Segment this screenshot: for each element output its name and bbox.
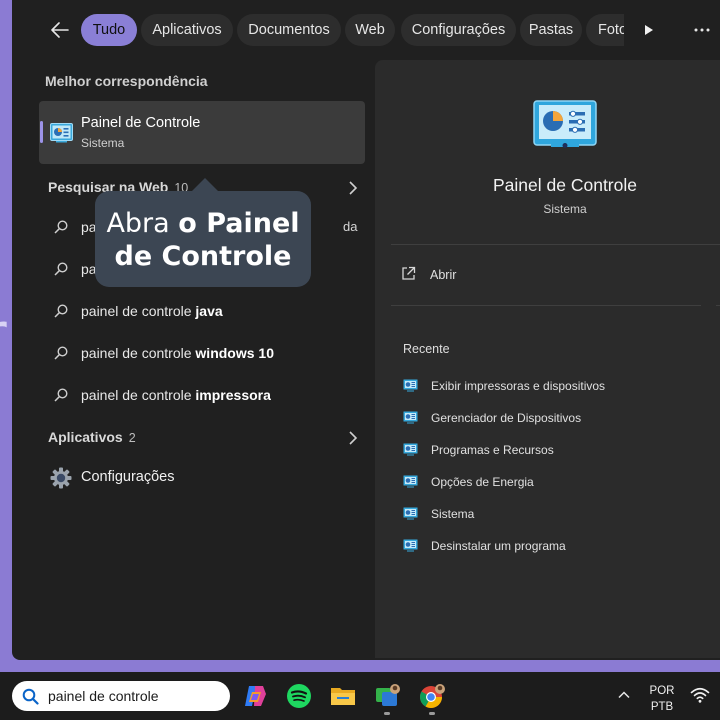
app-item-configuracoes[interactable]: Configurações (48, 466, 358, 490)
tutorial-callout: Abra o Painel de Controle (95, 191, 311, 287)
chevron-right-icon (349, 431, 358, 445)
app-item-label: Configurações (81, 469, 175, 485)
best-match-name: Painel de Controle (81, 115, 201, 131)
detail-title: Painel de Controle (493, 175, 637, 195)
recent-item[interactable]: Programas e Recursos (403, 442, 703, 460)
best-match-item[interactable]: Painel de Controle Sistema (39, 101, 365, 164)
best-match-type: Sistema (81, 136, 125, 150)
control-panel-icon (533, 100, 597, 148)
play-icon (645, 25, 653, 35)
selection-indicator (40, 121, 43, 143)
recent-item[interactable]: Exibir impressoras e dispositivos (403, 378, 703, 396)
web-result[interactable]: painel de controle impressora (48, 385, 358, 407)
start-search-panel: Tudo Aplicativos Documentos Web Configur… (12, 0, 720, 660)
recent-item-label: Gerenciador de Dispositivos (431, 411, 582, 425)
divider (391, 244, 720, 245)
input-language[interactable]: POR PTB (648, 683, 676, 715)
keyboard-layout: PTB (650, 701, 674, 713)
web-result-text: painel de controle windows 10 (81, 345, 274, 361)
taskbar-search-text: painel de controle (48, 688, 159, 704)
control-panel-icon (403, 507, 418, 520)
web-result-text: painel de controle java (81, 303, 223, 319)
control-panel-icon (50, 123, 73, 143)
recent-item-label: Exibir impressoras e dispositivos (431, 379, 606, 393)
search-icon (54, 262, 68, 276)
apps-heading[interactable]: Aplicativos 2 (48, 429, 360, 449)
filter-bar: Tudo Aplicativos Documentos Web Configur… (12, 0, 720, 60)
open-button[interactable]: Abrir (401, 266, 701, 286)
recent-item-label: Opções de Energia (431, 475, 534, 489)
scroll-filters-button[interactable] (639, 20, 659, 40)
apps-label: Aplicativos (48, 429, 123, 445)
divider (716, 305, 720, 306)
control-panel-icon (403, 443, 418, 456)
filter-chip-fotos[interactable]: Foto (586, 14, 624, 46)
recent-item-label: Sistema (431, 507, 475, 521)
web-result[interactable]: painel de controle java (48, 301, 358, 323)
desktop-background-glyph: r (0, 300, 7, 370)
callout-pointer (191, 178, 219, 192)
filter-chip-tudo[interactable]: Tudo (81, 14, 137, 46)
recent-item[interactable]: Sistema (403, 506, 703, 524)
chevron-up-icon[interactable] (617, 688, 631, 702)
web-result[interactable]: painel de controle windows 10 (48, 343, 358, 365)
more-options-button[interactable] (691, 20, 713, 40)
recent-item-label: Programas e Recursos (431, 443, 554, 457)
chevron-right-icon (349, 181, 358, 195)
arrow-left-icon (51, 22, 69, 38)
search-icon (54, 388, 68, 402)
filter-chip-web[interactable]: Web (345, 14, 395, 46)
gear-icon (50, 467, 72, 489)
photos-editor-icon[interactable] (373, 682, 401, 710)
open-label: Abrir (430, 268, 457, 282)
search-icon (54, 346, 68, 360)
recent-item[interactable]: Gerenciador de Dispositivos (403, 410, 703, 428)
language-code: POR (649, 685, 675, 697)
apps-count: 2 (128, 431, 136, 445)
best-match-heading: Melhor correspondência (45, 73, 208, 89)
detail-subtitle: Sistema (543, 202, 587, 216)
divider (391, 305, 701, 306)
filter-chip-aplicativos[interactable]: Aplicativos (141, 14, 233, 46)
copilot-icon[interactable] (241, 682, 269, 710)
filter-chip-pastas[interactable]: Pastas (520, 14, 582, 46)
recent-item[interactable]: Opções de Energia (403, 474, 703, 492)
file-explorer-icon[interactable] (329, 682, 357, 710)
spotify-icon[interactable] (285, 682, 313, 710)
control-panel-icon (403, 539, 418, 552)
back-button[interactable] (48, 18, 72, 42)
recent-item-label: Desinstalar um programa (431, 539, 566, 553)
search-icon (54, 220, 68, 234)
more-icon (694, 28, 710, 32)
filter-chip-documentos[interactable]: Documentos (237, 14, 341, 46)
search-icon (22, 688, 39, 705)
control-panel-icon (403, 379, 418, 392)
running-indicator (384, 712, 390, 715)
running-indicator (429, 712, 435, 715)
recent-item[interactable]: Desinstalar um programa (403, 538, 703, 556)
detail-pane: Painel de Controle Sistema Abrir Recente… (375, 60, 720, 658)
chrome-icon[interactable] (418, 682, 446, 710)
callout-line-1: Abra o Painel (106, 208, 300, 239)
open-external-icon (402, 266, 416, 280)
filter-chip-configuracoes[interactable]: Configurações (401, 14, 516, 46)
taskbar-search-box[interactable]: painel de controle (12, 681, 230, 711)
web-result-tail: da p... (343, 219, 358, 234)
recent-heading: Recente (403, 342, 450, 356)
control-panel-icon (403, 475, 418, 488)
callout-line-2: de Controle (114, 241, 292, 272)
wifi-icon[interactable] (690, 686, 710, 704)
search-icon (54, 304, 68, 318)
web-result-text: painel de controle impressora (81, 387, 271, 403)
control-panel-icon (403, 411, 418, 424)
